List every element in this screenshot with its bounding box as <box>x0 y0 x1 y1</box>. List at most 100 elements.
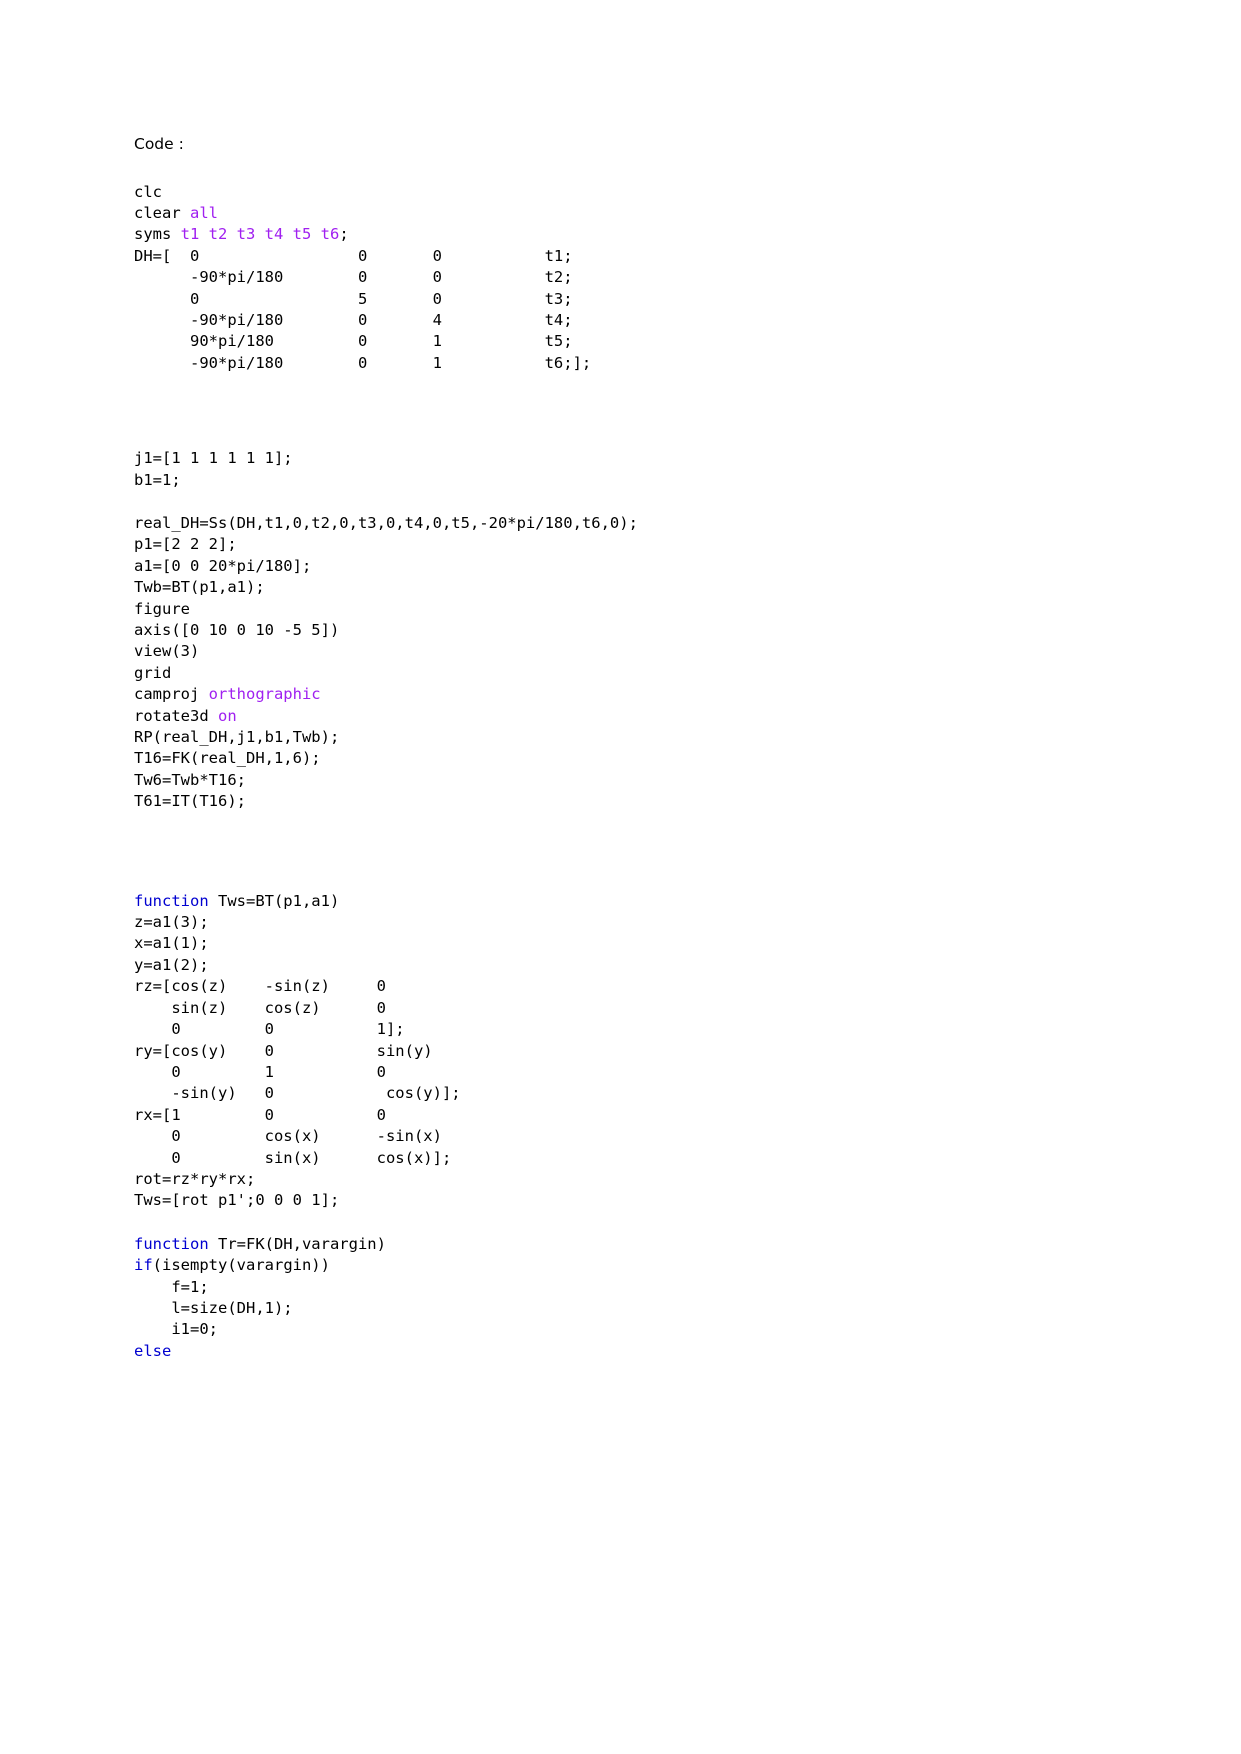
code-line: axis([0 10 0 10 -5 5]) <box>134 620 1134 641</box>
code-block-joint-params: j1=[1 1 1 1 1 1]; b1=1; <box>134 448 1134 491</box>
code-text: 0 5 0 t3; <box>134 289 573 308</box>
code-text: rx=[1 0 0 <box>134 1105 386 1124</box>
code-text: x=a1(1); <box>134 934 209 953</box>
code-line: -90*pi/180 0 4 t4; <box>134 310 1134 331</box>
code-text: z=a1(3); <box>134 913 209 932</box>
code-text: i1=0; <box>134 1320 218 1339</box>
code-text: l=size(DH,1); <box>134 1298 293 1317</box>
code-line: syms t1 t2 t3 t4 t5 t6; <box>134 224 1134 245</box>
code-keyword: if <box>134 1256 153 1275</box>
code-line: rot=rz*ry*rx; <box>134 1169 1134 1190</box>
code-line: l=size(DH,1); <box>134 1298 1134 1319</box>
code-line: i1=0; <box>134 1319 1134 1340</box>
code-text: 0 cos(x) -sin(x) <box>134 1127 442 1146</box>
code-line: RP(real_DH,j1,b1,Twb); <box>134 727 1134 748</box>
code-text: rot=rz*ry*rx; <box>134 1169 256 1188</box>
page-title: Code : <box>134 135 184 153</box>
code-text: sin(z) cos(z) 0 <box>134 998 386 1017</box>
code-text: y=a1(2); <box>134 955 209 974</box>
code-text: b1=1; <box>134 470 181 489</box>
code-line: b1=1; <box>134 470 1134 491</box>
code-line: 0 cos(x) -sin(x) <box>134 1126 1134 1147</box>
code-text: -90*pi/180 0 0 t2; <box>134 268 573 287</box>
code-text: T16=FK(real_DH,1,6); <box>134 749 321 768</box>
code-line: rotate3d on <box>134 706 1134 727</box>
code-symbol: orthographic <box>208 685 321 704</box>
code-text: syms <box>134 225 181 244</box>
code-text: ; <box>339 225 349 244</box>
code-text: ry=[cos(y) 0 sin(y) <box>134 1041 433 1060</box>
code-line: j1=[1 1 1 1 1 1]; <box>134 448 1134 469</box>
code-text: figure <box>134 599 190 618</box>
code-text: rotate3d <box>134 706 218 725</box>
code-text: p1=[2 2 2]; <box>134 535 237 554</box>
code-line: rx=[1 0 0 <box>134 1105 1134 1126</box>
code-line: clear all <box>134 203 1134 224</box>
code-symbol: all <box>190 203 218 222</box>
code-line: 90*pi/180 0 1 t5; <box>134 331 1134 352</box>
code-line: function Tws=BT(p1,a1) <box>134 891 1134 912</box>
code-block-spacer <box>134 491 1134 513</box>
code-line: 0 0 1]; <box>134 1019 1134 1040</box>
code-text: T61=IT(T16); <box>134 792 246 811</box>
code-line: T16=FK(real_DH,1,6); <box>134 748 1134 769</box>
code-text: axis([0 10 0 10 -5 5]) <box>134 621 340 639</box>
code-line: sin(z) cos(z) 0 <box>134 998 1134 1019</box>
code-line: Tw6=Twb*T16; <box>134 770 1134 791</box>
code-text: j1=[1 1 1 1 1 1]; <box>134 449 293 468</box>
code-text: (isempty(varargin)) <box>152 1256 330 1275</box>
code-text: Tr=FK(DH,varargin) <box>208 1234 386 1253</box>
code-text: f=1; <box>134 1277 209 1296</box>
code-line: x=a1(1); <box>134 933 1134 954</box>
code-text: Tws=BT(p1,a1) <box>208 891 340 910</box>
code-text: 90*pi/180 0 1 t5; <box>134 332 573 351</box>
code-line: figure <box>134 599 1134 620</box>
code-line: y=a1(2); <box>134 955 1134 976</box>
code-line: p1=[2 2 2]; <box>134 534 1134 555</box>
code-line: grid <box>134 663 1134 684</box>
code-block-main-script: clc clear all syms t1 t2 t3 t4 t5 t6; DH=[ … <box>134 182 1134 375</box>
document-page: Code : clc clear all syms t1 t2 t3 t4 t5 t… <box>0 0 1241 1754</box>
code-line: Tws=[rot p1';0 0 0 1]; <box>134 1190 1134 1211</box>
code-keyword: function <box>134 1234 209 1253</box>
code-line: z=a1(3); <box>134 912 1134 933</box>
code-text: clc <box>134 182 162 201</box>
code-line: 0 1 0 <box>134 1062 1134 1083</box>
code-text: RP(real_DH,j1,b1,Twb); <box>134 728 340 747</box>
code-text: -90*pi/180 0 1 t6;]; <box>134 353 592 372</box>
code-text: camproj <box>134 685 209 704</box>
code-line: -90*pi/180 0 1 t6;]; <box>134 353 1134 374</box>
code-text: Tw6=Twb*T16; <box>134 770 246 789</box>
code-line: f=1; <box>134 1277 1134 1298</box>
code-text: rz=[cos(z) -sin(z) 0 <box>134 977 386 996</box>
code-line: rz=[cos(z) -sin(z) 0 <box>134 976 1134 997</box>
code-line: view(3) <box>134 641 1134 662</box>
code-line: if(isempty(varargin)) <box>134 1255 1134 1276</box>
code-block-setup-and-plot: real_DH=Ss(DH,t1,0,t2,0,t3,0,t4,0,t5,-20… <box>134 513 1134 813</box>
code-keyword: function <box>134 891 209 910</box>
code-line: clc <box>134 182 1134 203</box>
code-text: grid <box>134 663 172 682</box>
code-line: function Tr=FK(DH,varargin) <box>134 1234 1134 1255</box>
code-line: real_DH=Ss(DH,t1,0,t2,0,t3,0,t4,0,t5,-20… <box>134 513 1134 534</box>
code-text: -sin(y) 0 cos(y)]; <box>134 1084 461 1103</box>
code-text: real_DH=Ss(DH,t1,0,t2,0,t3,0,t4,0,t5,-20… <box>134 513 638 532</box>
code-text: Twb=BT(p1,a1); <box>134 578 265 597</box>
code-text: 0 1 0 <box>134 1062 386 1081</box>
code-line: else <box>134 1341 1134 1362</box>
code-block-spacer <box>134 1212 1134 1234</box>
code-symbol: t1 t2 t3 t4 t5 t6 <box>180 225 340 244</box>
code-line: Twb=BT(p1,a1); <box>134 577 1134 598</box>
code-text: DH=[ 0 0 0 t1; <box>134 246 573 265</box>
code-block-function-BT: function Tws=BT(p1,a1) z=a1(3); x=a1(1); y=… <box>134 891 1134 1212</box>
document-content: Code : clc clear all syms t1 t2 t3 t4 t5 t… <box>134 134 1134 1362</box>
code-line: a1=[0 0 20*pi/180]; <box>134 556 1134 577</box>
code-line: 0 5 0 t3; <box>134 289 1134 310</box>
code-line: T61=IT(T16); <box>134 791 1134 812</box>
code-block-function-FK: function Tr=FK(DH,varargin) if(isempty(va… <box>134 1234 1134 1362</box>
code-text: 0 0 1]; <box>134 1020 405 1039</box>
code-line: -90*pi/180 0 0 t2; <box>134 267 1134 288</box>
code-text: -90*pi/180 0 4 t4; <box>134 310 573 329</box>
code-text: view(3) <box>134 642 200 661</box>
code-text: clear <box>134 203 190 222</box>
